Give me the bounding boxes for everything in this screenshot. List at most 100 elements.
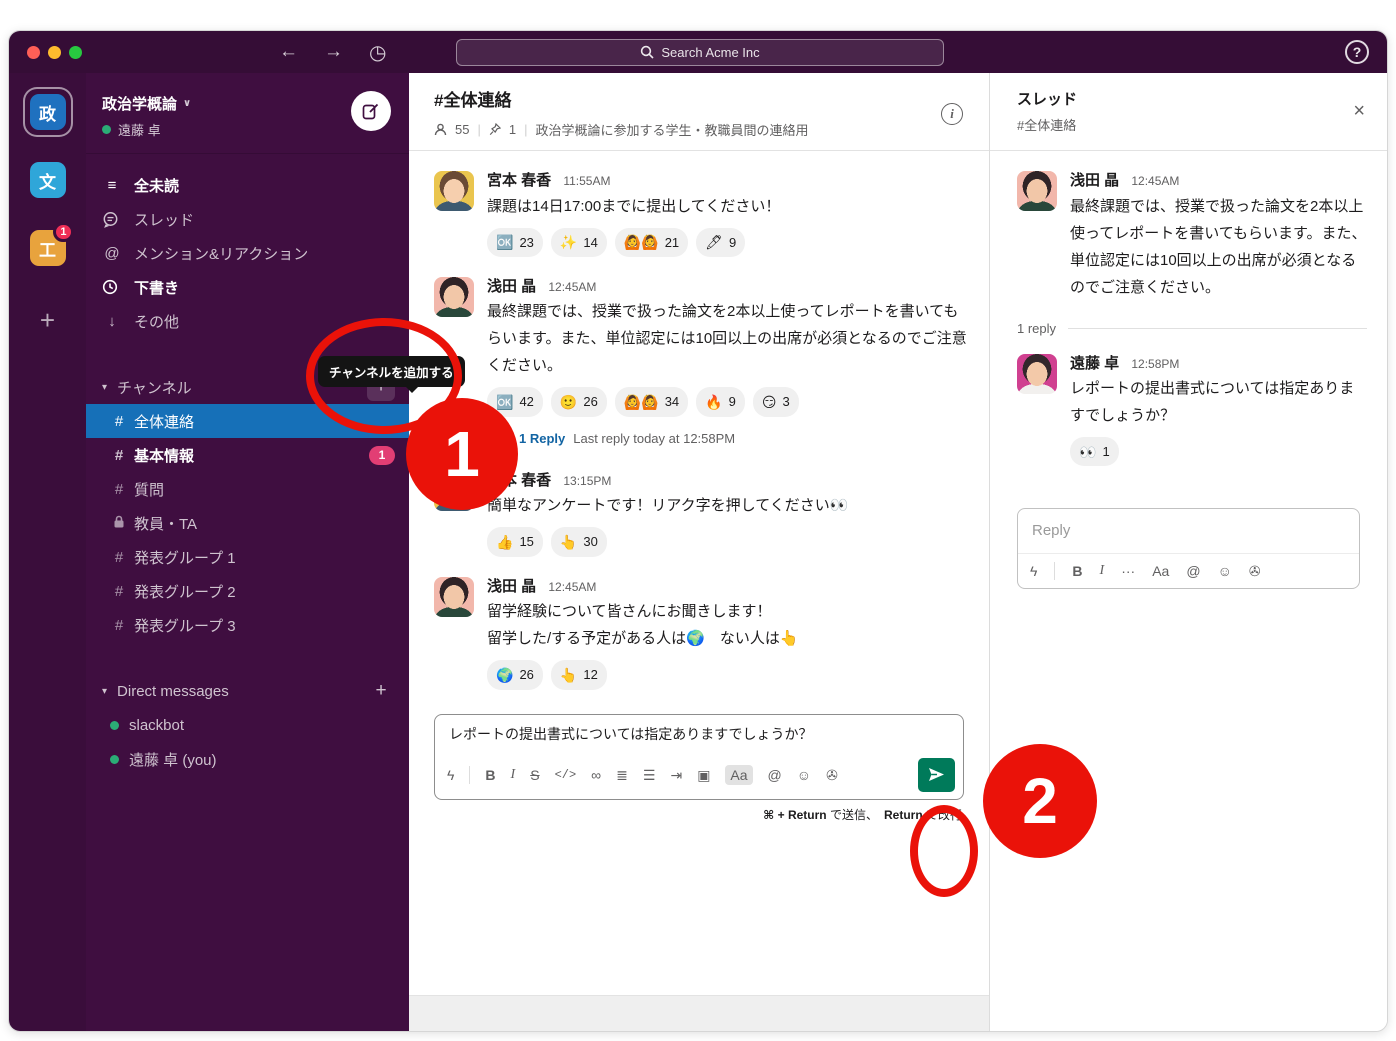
avatar[interactable] bbox=[434, 277, 474, 317]
thread-reply-link[interactable]: 1 Reply bbox=[519, 427, 565, 450]
member-count[interactable]: 55 bbox=[455, 122, 469, 137]
message-author[interactable]: 遠藤 卓 bbox=[1070, 355, 1119, 372]
thread-channel[interactable]: #全体連絡 bbox=[1017, 115, 1367, 134]
add-dm-button[interactable]: + bbox=[367, 677, 395, 705]
sidebar-channel-happyo-group1[interactable]: # 発表グループ 1 bbox=[86, 540, 409, 574]
thread-reply-message: 遠藤 卓 12:58PM レポートの提出書式については指定ありますでしょうか？ … bbox=[1017, 354, 1367, 467]
reaction-pill[interactable]: ✨14 bbox=[551, 228, 607, 257]
message-author[interactable]: 宮本 春香 bbox=[487, 472, 551, 489]
sidebar-item-all-unreads[interactable]: ≡ 全未読 bbox=[86, 168, 409, 202]
attach-icon[interactable]: ✇ bbox=[826, 768, 838, 782]
reaction-pill[interactable]: 👆12 bbox=[551, 660, 607, 689]
sidebar-channel-happyo-group3[interactable]: # 発表グループ 3 bbox=[86, 608, 409, 642]
close-window-button[interactable] bbox=[27, 46, 40, 59]
reaction-pill[interactable]: 👀1 bbox=[1070, 437, 1119, 466]
history-icon[interactable]: ◷ bbox=[369, 40, 386, 65]
reaction-pill[interactable]: 🙆🙆21 bbox=[615, 228, 688, 257]
sidebar-channel-shitsumon[interactable]: # 質問 bbox=[86, 472, 409, 506]
search-input[interactable]: Search Acme Inc bbox=[456, 39, 944, 66]
reaction-pill[interactable]: 🆗42 bbox=[487, 387, 543, 416]
link-icon[interactable]: ∞ bbox=[591, 768, 601, 782]
sidebar-item-threads[interactable]: スレッド bbox=[86, 202, 409, 236]
new-message-button[interactable] bbox=[351, 91, 391, 131]
reply-input[interactable] bbox=[1032, 522, 1345, 539]
composer-toolbar: ϟ B I S </> ∞ ≣ ☰ ⇥ ▣ Aa @ ☺ ✇ bbox=[435, 753, 963, 799]
help-icon[interactable]: ? bbox=[1345, 40, 1369, 64]
message-input[interactable] bbox=[449, 726, 949, 742]
back-icon[interactable]: ← bbox=[279, 41, 298, 63]
shortcuts-icon[interactable]: ϟ bbox=[1030, 564, 1037, 578]
reaction-pill[interactable]: 👆30 bbox=[551, 527, 607, 556]
format-toggle-icon[interactable]: Aa bbox=[1152, 564, 1169, 578]
sidebar-channel-happyo-group2[interactable]: # 発表グループ 2 bbox=[86, 574, 409, 608]
message-author[interactable]: 浅田 晶 bbox=[487, 278, 536, 295]
close-icon[interactable]: × bbox=[1353, 101, 1365, 121]
forward-icon[interactable]: → bbox=[324, 41, 343, 63]
shortcuts-icon[interactable]: ϟ bbox=[447, 768, 454, 782]
attach-icon[interactable]: ✇ bbox=[1249, 564, 1261, 578]
workspace-name: 政治学概論 bbox=[102, 93, 177, 114]
avatar[interactable] bbox=[434, 171, 474, 211]
sidebar-item-more[interactable]: ↓ その他 bbox=[86, 304, 409, 338]
reaction-pill[interactable]: 😏3 bbox=[753, 387, 799, 416]
message-author[interactable]: 浅田 晶 bbox=[487, 578, 536, 595]
sidebar-dm-slackbot[interactable]: slackbot bbox=[86, 708, 409, 742]
avatar[interactable] bbox=[434, 471, 474, 511]
italic-icon[interactable]: I bbox=[1100, 564, 1105, 578]
channel-title[interactable]: #全体連絡 bbox=[434, 86, 969, 111]
format-toggle-icon[interactable]: Aa bbox=[725, 765, 752, 785]
workspace-menu[interactable]: 政治学概論 ∨ bbox=[102, 93, 393, 114]
avatar[interactable] bbox=[434, 577, 474, 617]
message-time[interactable]: 11:55AM bbox=[563, 174, 610, 188]
channel-topic[interactable]: 政治学概論に参加する学生・教職員間の連絡用 bbox=[535, 120, 808, 139]
reaction-pill[interactable]: 🔥9 bbox=[696, 387, 745, 416]
blockquote-icon[interactable]: ⇥ bbox=[670, 768, 682, 782]
message-time[interactable]: 12:58PM bbox=[1131, 357, 1179, 371]
reaction-pill[interactable]: 👍15 bbox=[487, 527, 543, 556]
workspace-switcher-engineering[interactable]: 工 1 bbox=[25, 225, 71, 271]
strikethrough-icon[interactable]: S bbox=[530, 768, 539, 782]
mention-icon[interactable]: @ bbox=[1186, 564, 1200, 578]
sidebar-channel-zentairenraku[interactable]: # 全体連絡 bbox=[86, 404, 409, 438]
thread-reply-bar[interactable]: 1 Reply Last reply today at 12:58PM bbox=[487, 427, 967, 451]
message-time[interactable]: 13:15PM bbox=[563, 474, 611, 488]
emoji-icon[interactable]: ☺ bbox=[1218, 564, 1232, 578]
message-time[interactable]: 12:45AM bbox=[548, 280, 596, 294]
reaction-pill[interactable]: 🌍26 bbox=[487, 660, 543, 689]
bold-icon[interactable]: B bbox=[485, 768, 495, 782]
dm-section-header[interactable]: ▾ Direct messages + bbox=[86, 674, 409, 708]
mention-icon[interactable]: @ bbox=[768, 768, 782, 782]
message-time[interactable]: 12:45AM bbox=[1131, 174, 1179, 188]
avatar[interactable] bbox=[1017, 354, 1057, 394]
bold-icon[interactable]: B bbox=[1072, 564, 1082, 578]
channel-info-button[interactable]: i bbox=[941, 103, 963, 125]
message-time[interactable]: 12:45AM bbox=[548, 580, 596, 594]
avatar[interactable] bbox=[1017, 171, 1057, 211]
reaction-pill[interactable]: 🆗23 bbox=[487, 228, 543, 257]
italic-icon[interactable]: I bbox=[511, 768, 516, 782]
bullet-list-icon[interactable]: ☰ bbox=[643, 768, 656, 782]
sidebar-item-drafts[interactable]: 下書き bbox=[86, 270, 409, 304]
sidebar-item-mentions[interactable]: @ メンション&リアクション bbox=[86, 236, 409, 270]
pin-count[interactable]: 1 bbox=[509, 122, 516, 137]
workspace-switcher-politics[interactable]: 政 bbox=[25, 89, 71, 135]
send-button[interactable] bbox=[918, 758, 955, 792]
sidebar-channel-kyoin-ta[interactable]: 教員・TA bbox=[86, 506, 409, 540]
workspace-switcher-literature[interactable]: 文 bbox=[25, 157, 71, 203]
message-author[interactable]: 宮本 春香 bbox=[487, 172, 551, 189]
emoji-icon[interactable]: ☺ bbox=[797, 768, 811, 782]
zoom-window-button[interactable] bbox=[69, 46, 82, 59]
minimize-window-button[interactable] bbox=[48, 46, 61, 59]
message-asada-2: 浅田 晶 12:45AM 留学経験について皆さんにお聞きします！ 留学した/する… bbox=[434, 577, 967, 690]
message-author[interactable]: 浅田 晶 bbox=[1070, 172, 1119, 189]
reaction-pill[interactable]: 🖊9 bbox=[696, 228, 745, 257]
sidebar-channel-kihonjoho[interactable]: # 基本情報 1 bbox=[86, 438, 409, 472]
reaction-pill[interactable]: 🙆🙆34 bbox=[615, 387, 688, 416]
sidebar-dm-self[interactable]: 遠藤 卓 (you) bbox=[86, 742, 409, 776]
reaction-pill[interactable]: 🙂26 bbox=[551, 387, 607, 416]
record-icon[interactable]: ▣ bbox=[697, 768, 710, 782]
more-formatting-icon[interactable]: ··· bbox=[1121, 564, 1135, 578]
ordered-list-icon[interactable]: ≣ bbox=[616, 768, 628, 782]
add-workspace-button[interactable]: + bbox=[40, 305, 55, 336]
code-icon[interactable]: </> bbox=[555, 769, 577, 781]
